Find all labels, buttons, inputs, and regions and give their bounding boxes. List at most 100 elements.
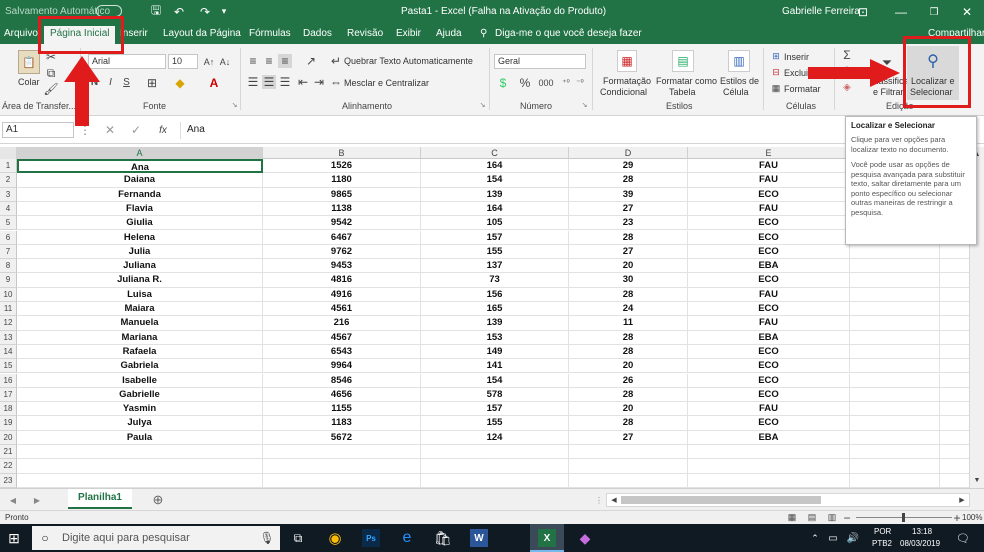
- cell-c[interactable]: 156: [421, 287, 569, 302]
- formula-input[interactable]: Ana: [180, 122, 845, 139]
- font-dialog-launcher-icon[interactable]: ↘: [230, 100, 239, 110]
- cell-c[interactable]: 157: [421, 402, 569, 417]
- cell-c[interactable]: 164: [421, 201, 569, 217]
- align-top-icon[interactable]: ≡: [246, 54, 260, 68]
- select-all-corner[interactable]: [0, 147, 17, 159]
- scroll-down-icon[interactable]: ▼: [972, 475, 982, 485]
- cell-d[interactable]: 28: [569, 230, 688, 245]
- show-hidden-icons-icon[interactable]: ⌃: [808, 530, 822, 546]
- cell-a[interactable]: Flavia: [17, 201, 263, 217]
- cell-a[interactable]: Gabrielle: [17, 387, 263, 403]
- cell-d[interactable]: 27: [569, 201, 688, 217]
- undo-icon[interactable]: ↶: [170, 3, 188, 20]
- cell-e[interactable]: EBA: [688, 259, 850, 274]
- cell-b[interactable]: 6543: [263, 344, 421, 360]
- format-as-table-label-2[interactable]: Tabela: [669, 87, 696, 97]
- cell-f[interactable]: [850, 259, 940, 274]
- cell-b[interactable]: 4816: [263, 273, 421, 288]
- tab-exibir[interactable]: Exibir: [396, 28, 421, 39]
- input-language[interactable]: POR: [874, 527, 891, 536]
- cell-c[interactable]: 578: [421, 387, 569, 403]
- cell-b[interactable]: 4916: [263, 287, 421, 302]
- cell-e[interactable]: FAU: [688, 287, 850, 302]
- cell-e[interactable]: [688, 445, 850, 460]
- cell-a[interactable]: Gabriela: [17, 359, 263, 374]
- number-format-select[interactable]: Geral: [494, 54, 586, 69]
- taskbar-search-box[interactable]: ○ Digite aqui para pesquisar 🎙: [32, 526, 280, 550]
- conditional-formatting-icon[interactable]: ▦: [617, 50, 637, 72]
- cell-e[interactable]: FAU: [688, 402, 850, 417]
- tab-layout-da-pagina[interactable]: Layout da Página: [163, 28, 241, 39]
- volume-icon[interactable]: 🔊: [846, 530, 860, 546]
- align-right-icon[interactable]: ☰: [278, 75, 292, 89]
- cell-e[interactable]: [688, 459, 850, 474]
- add-sheet-button[interactable]: ⊕: [150, 492, 166, 508]
- cell-a[interactable]: Ana: [17, 159, 263, 174]
- cell-b[interactable]: 1155: [263, 402, 421, 417]
- cell-c[interactable]: [421, 445, 569, 460]
- cell-d[interactable]: 26: [569, 373, 688, 388]
- row-header[interactable]: 20: [0, 430, 17, 445]
- cell-b[interactable]: 216: [263, 316, 421, 331]
- cell-styles-label-2[interactable]: Célula: [723, 87, 749, 97]
- tab-inserir[interactable]: Inserir: [120, 28, 148, 39]
- cell-f[interactable]: [850, 459, 940, 474]
- row-header[interactable]: 1: [0, 159, 17, 174]
- row-header[interactable]: 6: [0, 230, 17, 245]
- insert-function-icon[interactable]: fx: [156, 123, 170, 137]
- grow-font-icon[interactable]: A↑: [203, 54, 215, 69]
- cell-d[interactable]: 20: [569, 402, 688, 417]
- clock-date[interactable]: 08/03/2019: [900, 539, 940, 548]
- tab-dados[interactable]: Dados: [303, 28, 332, 39]
- underline-button[interactable]: S: [120, 75, 133, 90]
- notifications-icon[interactable]: 🗨: [956, 530, 970, 546]
- cell-f[interactable]: [850, 273, 940, 288]
- tell-me-search[interactable]: Diga-me o que você deseja fazer: [495, 28, 642, 39]
- cell-d[interactable]: 27: [569, 244, 688, 260]
- column-header-c[interactable]: C: [421, 147, 569, 159]
- cell-d[interactable]: 24: [569, 302, 688, 317]
- fill-color-icon[interactable]: ◆: [172, 75, 188, 90]
- cell-styles-icon[interactable]: ▥: [728, 50, 750, 72]
- cell-e[interactable]: EBA: [688, 430, 850, 445]
- column-header-a[interactable]: A: [17, 147, 263, 159]
- cell-f[interactable]: [850, 387, 940, 403]
- cell-a[interactable]: Julia: [17, 244, 263, 260]
- cell-a[interactable]: [17, 473, 263, 488]
- row-header[interactable]: 22: [0, 459, 17, 474]
- align-middle-icon[interactable]: ≡: [262, 54, 276, 68]
- cell-e[interactable]: ECO: [688, 344, 850, 360]
- thousands-separator-button[interactable]: 000: [536, 75, 556, 90]
- cell-a[interactable]: Rafaela: [17, 344, 263, 360]
- cell-e[interactable]: ECO: [688, 244, 850, 260]
- borders-icon[interactable]: ⊞: [144, 75, 160, 90]
- cell-c[interactable]: 154: [421, 373, 569, 388]
- cell-b[interactable]: 6467: [263, 230, 421, 245]
- decrease-indent-icon[interactable]: ⇤: [296, 75, 310, 89]
- cell-e[interactable]: ECO: [688, 359, 850, 374]
- cell-b[interactable]: [263, 445, 421, 460]
- cell-a[interactable]: Luisa: [17, 287, 263, 302]
- close-icon[interactable]: ✕: [960, 4, 974, 20]
- cell-b[interactable]: 1183: [263, 416, 421, 431]
- cell-d[interactable]: [569, 459, 688, 474]
- cell-c[interactable]: 124: [421, 430, 569, 445]
- cell-c[interactable]: 164: [421, 159, 569, 174]
- cell-b[interactable]: 1526: [263, 159, 421, 174]
- scroll-thumb[interactable]: [621, 496, 821, 504]
- task-view-icon[interactable]: ⧉: [290, 530, 306, 546]
- cell-c[interactable]: 105: [421, 216, 569, 231]
- page-break-view-icon[interactable]: ▥: [826, 512, 838, 523]
- row-header[interactable]: 14: [0, 344, 17, 360]
- column-header-e[interactable]: E: [688, 147, 850, 159]
- cell-a[interactable]: [17, 459, 263, 474]
- cell-a[interactable]: Juliana: [17, 259, 263, 274]
- cell-a[interactable]: Fernanda: [17, 187, 263, 202]
- font-size-select[interactable]: 10: [168, 54, 198, 69]
- cell-a[interactable]: Helena: [17, 230, 263, 245]
- cell-c[interactable]: 149: [421, 344, 569, 360]
- cell-a[interactable]: Paula: [17, 430, 263, 445]
- row-header[interactable]: 2: [0, 173, 17, 188]
- cell-f[interactable]: [850, 445, 940, 460]
- chrome-icon[interactable]: ◉: [326, 529, 344, 547]
